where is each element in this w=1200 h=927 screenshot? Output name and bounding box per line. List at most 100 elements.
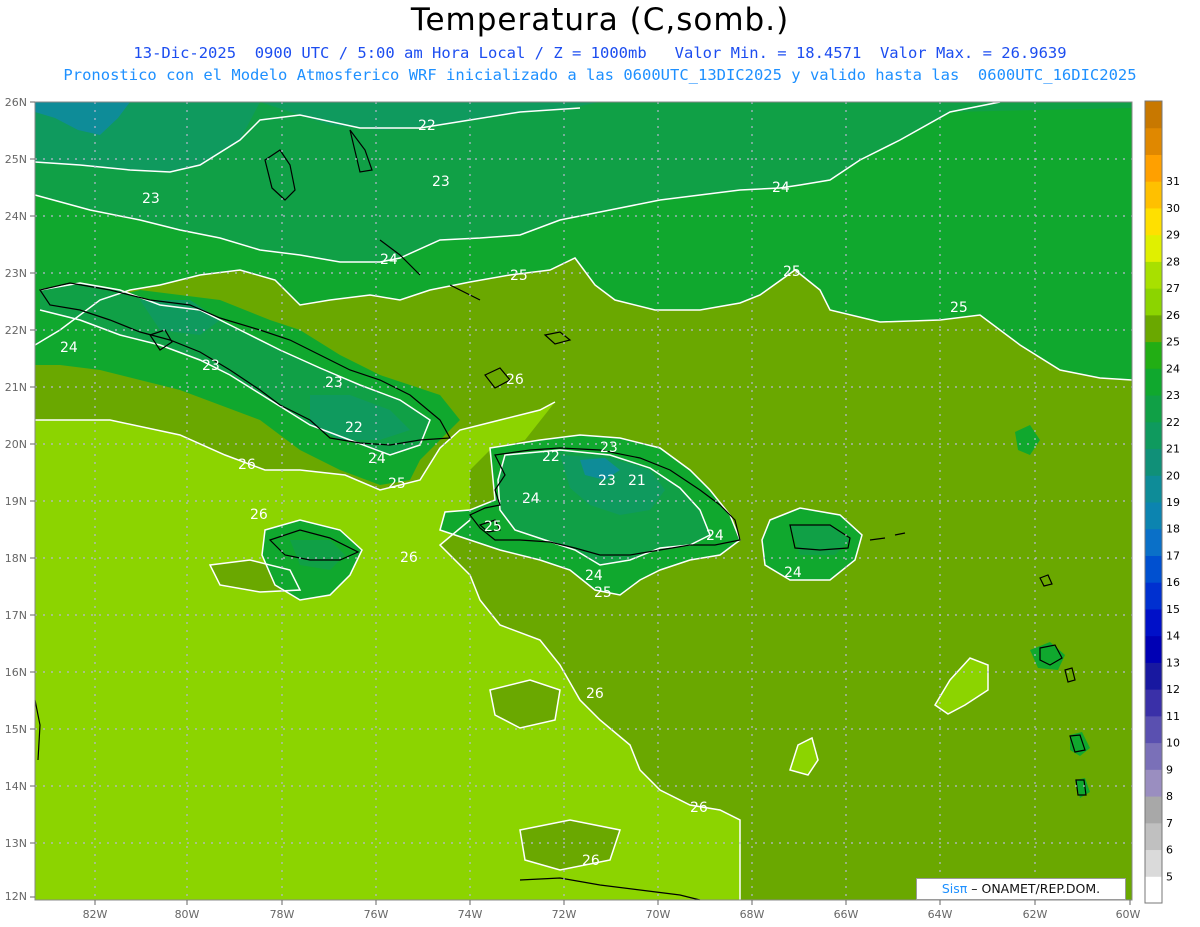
colorbar-label: 27 [1166, 282, 1180, 295]
contour-label: 25 [783, 264, 801, 280]
colorbar-swatch [1145, 635, 1162, 663]
colorbar-swatch [1145, 234, 1162, 262]
colorbar-swatch [1145, 314, 1162, 343]
colorbar-label: 12 [1166, 683, 1180, 696]
colorbar-swatch [1145, 448, 1162, 476]
contour-label: 24 [784, 565, 802, 581]
lat-label: 15N [5, 723, 27, 736]
contour-label: 24 [706, 528, 724, 544]
colorbar-label: 15 [1166, 603, 1180, 616]
contour-label: 24 [585, 568, 603, 584]
lat-label: 18N [5, 552, 27, 565]
colorbar-swatch [1145, 207, 1162, 236]
contour-label: 26 [400, 550, 418, 566]
lat-label: 21N [5, 381, 27, 394]
lat-label: 23N [5, 267, 27, 280]
colorbar-label: 20 [1166, 469, 1180, 482]
colorbar-label: 29 [1166, 229, 1180, 242]
lat-label: 25N [5, 153, 27, 166]
contour-label: 23 [202, 358, 220, 374]
lon-label: 78W [270, 908, 295, 921]
colorbar-label: 8 [1166, 790, 1173, 803]
contour-label: 26 [690, 800, 708, 816]
colorbar-label: 28 [1166, 255, 1180, 268]
colorbar-swatch [1145, 395, 1162, 423]
colorbar-label: 9 [1166, 763, 1173, 776]
colorbar-swatch [1145, 555, 1162, 583]
contour-label: 25 [484, 519, 502, 535]
colorbar-swatch [1145, 876, 1162, 904]
lon-label: 60W [1116, 908, 1141, 921]
credit-text: – ONAMET/REP.DOM. [967, 881, 1101, 896]
colorbar-label: 17 [1166, 549, 1180, 562]
colorbar-label: 5 [1166, 870, 1173, 883]
colorbar-label: 19 [1166, 496, 1180, 509]
lon-label: 72W [552, 908, 577, 921]
colorbar-label: 16 [1166, 576, 1180, 589]
contour-label: 25 [594, 585, 612, 601]
colorbar-swatch [1145, 742, 1162, 770]
contour-label: 23 [432, 174, 450, 190]
contour-label: 25 [388, 476, 406, 492]
lon-label: 68W [740, 908, 765, 921]
lat-label: 12N [5, 890, 27, 903]
colorbar-swatch [1145, 582, 1162, 610]
colorbar-swatch [1145, 421, 1162, 450]
colorbar-label: 22 [1166, 416, 1180, 429]
contour-label: 26 [250, 507, 268, 523]
lat-label: 16N [5, 666, 27, 679]
colorbar-swatch [1145, 154, 1162, 182]
colorbar-swatch [1145, 528, 1162, 556]
colorbar-label: 24 [1166, 362, 1180, 375]
contour-label: 26 [506, 372, 524, 388]
contour-label: 26 [582, 853, 600, 869]
colorbar-label: 23 [1166, 389, 1180, 402]
colorbar-label: 25 [1166, 336, 1180, 349]
colorbar-swatch [1145, 849, 1162, 877]
contour-label: 24 [772, 180, 790, 196]
colorbar: 5 6 7 8 9 10 11 12 13 14 15 16 17 18 19 20 21 22 23 24 25 26 2… [1144, 100, 1180, 904]
contour-label: 23 [325, 375, 343, 391]
colorbar-label: 7 [1166, 817, 1173, 830]
colorbar-swatch [1145, 101, 1162, 129]
lon-label: 66W [834, 908, 859, 921]
colorbar-swatch [1145, 502, 1162, 530]
contour-label: 22 [345, 420, 363, 436]
contour-label: 24 [60, 340, 78, 356]
colorbar-label: 26 [1166, 309, 1180, 322]
lat-label: 22N [5, 324, 27, 337]
lon-label: 80W [175, 908, 200, 921]
contour-label: 24 [380, 252, 398, 268]
colorbar-label: 13 [1166, 656, 1180, 669]
colorbar-swatch [1145, 796, 1162, 824]
lon-label: 82W [83, 908, 108, 921]
temperature-map: 22 23 23 24 24 25 25 25 24 23 23 26 22 2… [5, 96, 1180, 921]
lon-label: 62W [1023, 908, 1048, 921]
colorbar-label: 31 [1166, 175, 1180, 188]
credit-box: Sisπ – ONAMET/REP.DOM. [916, 878, 1126, 900]
contour-label: 22 [418, 118, 436, 134]
lat-label: 19N [5, 495, 27, 508]
colorbar-label: 30 [1166, 202, 1180, 215]
contour-label: 23 [598, 473, 616, 489]
colorbar-label: 18 [1166, 523, 1180, 536]
contour-label: 25 [950, 300, 968, 316]
colorbar-swatch [1145, 475, 1162, 503]
colorbar-swatch [1145, 368, 1162, 396]
lat-label: 26N [5, 96, 27, 109]
lon-label: 74W [458, 908, 483, 921]
contour-label: 22 [542, 449, 560, 465]
colorbar-swatch [1145, 822, 1162, 851]
lat-label: 13N [5, 837, 27, 850]
colorbar-swatch [1145, 261, 1162, 289]
lat-label: 14N [5, 780, 27, 793]
lon-label: 64W [928, 908, 953, 921]
contour-label: 24 [368, 451, 386, 467]
colorbar-swatch [1145, 715, 1162, 744]
sispi-logo-text: Sisπ [941, 881, 968, 896]
contour-label: 24 [522, 491, 540, 507]
lat-label: 17N [5, 609, 27, 622]
colorbar-swatch [1145, 341, 1162, 369]
lon-label: 76W [364, 908, 389, 921]
longitude-labels: 82W 80W 78W 76W 74W 72W 70W 68W 66W 64W … [83, 908, 1141, 921]
